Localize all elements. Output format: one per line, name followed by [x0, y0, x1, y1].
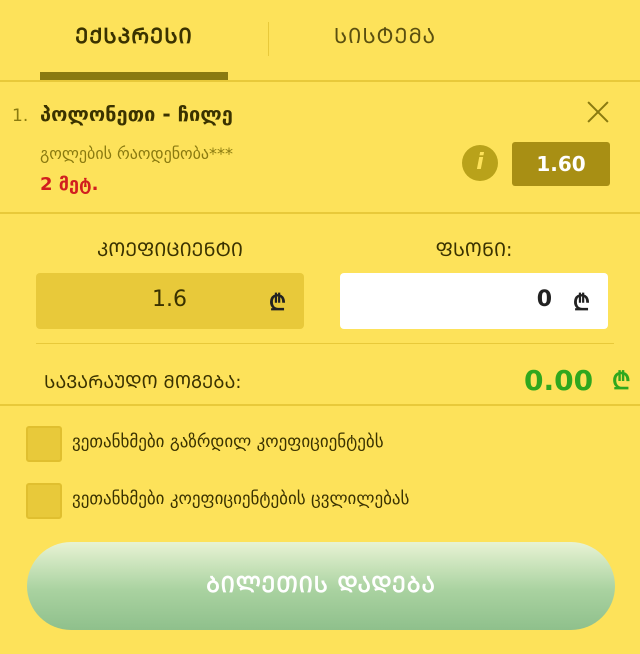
lari-icon: ₾ — [573, 291, 590, 316]
lari-icon: ₾ — [269, 291, 286, 316]
tab-express[interactable]: ᲔᲥᲡᲞᲠᲔᲡᲘ — [40, 22, 228, 50]
tab-divider — [268, 22, 269, 56]
coefficient-field: 1.6 ₾ — [36, 273, 304, 329]
active-tab-indicator — [40, 72, 228, 80]
lari-icon: ₾ — [612, 367, 631, 395]
divider — [0, 404, 640, 406]
bet-number: 1. — [12, 106, 29, 126]
accept-increased-odds-checkbox[interactable] — [26, 426, 62, 462]
odd-badge: 1.60 — [512, 142, 610, 186]
divider — [36, 343, 614, 344]
bet-item: 1. პოლონეთი - ჩილე გოლების რაოდენობა*** … — [0, 82, 640, 214]
accept-odds-change-label: ვეთანხმები კოეფიციენტების ცვლილებას — [72, 489, 410, 509]
accept-increased-odds-label: ვეთანხმები გაზრდილ კოეფიციენტებს — [72, 432, 384, 452]
tab-system[interactable]: ᲡᲘᲡᲢᲔᲛᲐ — [270, 22, 500, 50]
accept-odds-change-checkbox[interactable] — [26, 483, 62, 519]
close-icon[interactable] — [584, 98, 612, 126]
info-icon[interactable]: i — [462, 145, 498, 181]
bet-selection: 2 მეტ. — [40, 174, 99, 195]
coefficient-label: ᲙᲝᲔᲤᲘᲪᲘᲔᲜᲢᲘ — [96, 239, 243, 261]
coefficient-value: 1.6 — [152, 287, 187, 312]
stake-value[interactable]: 0 — [537, 287, 552, 312]
stake-input[interactable]: 0 ₾ — [340, 273, 608, 329]
bet-market: გოლების რაოდენობა*** — [40, 144, 234, 163]
possible-win-value: 0.00 — [524, 364, 594, 397]
place-bet-button[interactable]: ᲑᲘᲚᲔᲗᲘᲡ ᲓᲐᲓᲔᲑᲐ — [27, 542, 615, 630]
possible-win-label: ᲡᲐᲕᲐᲠᲐᲣᲓᲝ ᲛᲝᲒᲔᲑᲐ: — [44, 372, 242, 393]
bet-match-title: პოლონეთი - ჩილე — [40, 102, 233, 126]
bet-type-tabs: ᲔᲥᲡᲞᲠᲔᲡᲘ ᲡᲘᲡᲢᲔᲛᲐ — [0, 0, 640, 82]
stake-label: ᲤᲡᲝᲜᲘ: — [435, 239, 513, 261]
